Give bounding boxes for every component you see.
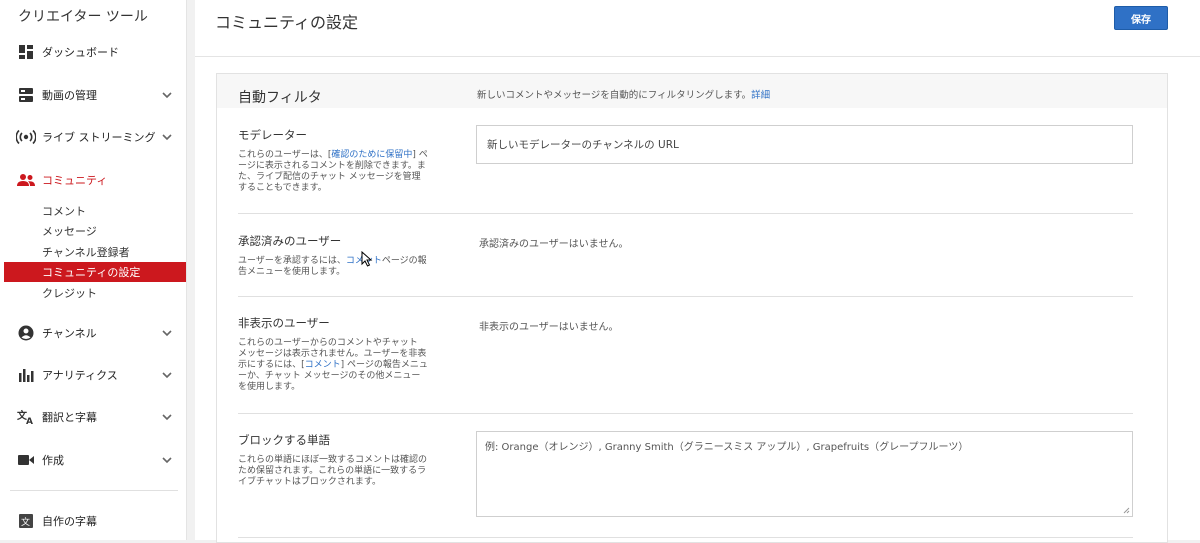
pending-review-link[interactable]: 確認のために保留中 — [331, 150, 412, 160]
chevron-down-icon[interactable] — [161, 131, 173, 143]
hidden-users-description: これらのユーザーからのコメントやチャット メッセージは表示されません。ユーザーを… — [238, 338, 428, 393]
sidebar-sub-comments[interactable]: コメント — [4, 201, 186, 221]
sidebar-item-channel[interactable]: チャンネル — [0, 316, 186, 350]
blocked-words-description: これらの単語にほぼ一致するコメントは確認のため保留されます。これらの単語に一致す… — [238, 455, 428, 487]
live-streaming-icon — [16, 127, 36, 147]
page-header: コミュニティの設定 保存 — [195, 0, 1200, 57]
sidebar-item-label: ダッシュボード — [42, 46, 119, 59]
moderators-description: これらのユーザーは、[確認のために保留中] ページに表示されるコメントを削除でき… — [238, 150, 428, 194]
sidebar-item-label: 作成 — [42, 454, 64, 467]
create-icon — [16, 450, 36, 470]
dashboard-icon — [16, 42, 36, 62]
sidebar-item-dashboard[interactable]: ダッシュボード — [0, 35, 186, 69]
card-title: 自動フィルタ — [238, 90, 322, 106]
chevron-down-icon[interactable] — [161, 89, 173, 101]
sidebar-sub-label: クレジット — [42, 287, 97, 300]
svg-text:A: A — [26, 417, 33, 425]
sidebar-sub-credits[interactable]: クレジット — [4, 283, 186, 303]
card-header: 自動フィルタ 新しいコメントやメッセージを自動的にフィルタリングします。詳細 — [217, 74, 1167, 108]
sidebar-item-label: 翻訳と字幕 — [42, 411, 97, 424]
community-icon — [16, 170, 36, 190]
sidebar-item-label: 動画の管理 — [42, 89, 97, 102]
sidebar-item-translations[interactable]: 文A 翻訳と字幕 — [0, 400, 186, 434]
sidebar-sub-messages[interactable]: メッセージ — [4, 221, 186, 241]
sidebar-sub-label: コメント — [42, 205, 86, 218]
approved-users-title: 承認済みのユーザー — [238, 234, 342, 248]
auto-filter-card: 自動フィルタ 新しいコメントやメッセージを自動的にフィルタリングします。詳細 モ… — [216, 73, 1168, 543]
chevron-down-icon[interactable] — [161, 454, 173, 466]
sidebar-item-label: ライブ ストリーミング — [42, 131, 156, 144]
sidebar-sub-label: メッセージ — [42, 225, 97, 238]
chevron-down-icon[interactable] — [161, 369, 173, 381]
details-link[interactable]: 詳細 — [751, 90, 770, 101]
sidebar: クリエイター ツール ダッシュボード 動画の管理 ライブ ストリーミング コミュ… — [0, 0, 187, 540]
blocked-words-textarea[interactable]: 例: Orange（オレンジ）, Granny Smith（グラニースミス アッ… — [476, 431, 1133, 517]
section-divider — [238, 413, 1133, 414]
page-title: コミュニティの設定 — [215, 13, 359, 32]
sidebar-sub-label: コミュニティの設定 — [42, 266, 141, 279]
chevron-down-icon[interactable] — [161, 411, 173, 423]
sidebar-item-label: チャンネル — [42, 327, 97, 340]
analytics-icon — [16, 365, 36, 385]
section-divider — [238, 296, 1133, 297]
resize-handle-icon[interactable] — [1123, 507, 1130, 514]
save-button[interactable]: 保存 — [1114, 6, 1168, 30]
card-description: 新しいコメントやメッセージを自動的にフィルタリングします。詳細 — [477, 87, 770, 101]
svg-text:文: 文 — [21, 516, 30, 528]
approved-users-value: 承認済みのユーザーはいません。 — [479, 239, 629, 250]
approved-desc-pre: ユーザーを承認するには、 — [238, 256, 346, 266]
sidebar-title: クリエイター ツール — [18, 9, 148, 25]
comments-link[interactable]: コメント — [305, 360, 341, 370]
sidebar-item-subtitles[interactable]: 文 自作の字幕 — [0, 504, 186, 538]
moderator-url-input[interactable]: 新しいモデレーターのチャンネルの URL — [476, 125, 1133, 164]
hidden-users-title: 非表示のユーザー — [238, 316, 330, 330]
approved-users-description: ユーザーを承認するには、コメントページの報告メニューを使用します。 — [238, 256, 428, 278]
translate-icon: 文A — [16, 407, 36, 427]
chevron-down-icon[interactable] — [161, 327, 173, 339]
sidebar-sub-label: チャンネル登録者 — [42, 246, 130, 259]
sidebar-item-label: コミュニティ — [42, 174, 108, 187]
sidebar-item-video-manager[interactable]: 動画の管理 — [0, 78, 186, 112]
sidebar-item-label: アナリティクス — [42, 369, 118, 382]
sidebar-sub-subscribers[interactable]: チャンネル登録者 — [4, 242, 186, 262]
hidden-users-value: 非表示のユーザーはいません。 — [479, 322, 619, 333]
moderators-title: モデレーター — [238, 128, 307, 142]
blocked-words-placeholder: 例: Orange（オレンジ）, Granny Smith（グラニースミス アッ… — [485, 442, 969, 453]
card-description-text: 新しいコメントやメッセージを自動的にフィルタリングします。 — [477, 90, 752, 101]
sidebar-item-live-streaming[interactable]: ライブ ストリーミング — [0, 120, 186, 154]
sidebar-sub-community-settings[interactable]: コミュニティの設定 — [4, 262, 186, 282]
mouse-cursor-icon — [361, 251, 373, 267]
sidebar-item-label: 自作の字幕 — [42, 515, 97, 528]
main-content: 自動フィルタ 新しいコメントやメッセージを自動的にフィルタリングします。詳細 モ… — [195, 57, 1200, 543]
sidebar-divider — [10, 490, 178, 491]
video-manager-icon — [16, 85, 36, 105]
section-divider — [238, 537, 1133, 538]
channel-icon — [16, 323, 36, 343]
sidebar-item-create[interactable]: 作成 — [0, 443, 186, 477]
sidebar-item-analytics[interactable]: アナリティクス — [0, 358, 186, 392]
moderators-desc-pre: これらのユーザーは、[ — [238, 150, 332, 160]
subtitles-icon: 文 — [16, 511, 36, 531]
section-divider — [238, 213, 1133, 214]
blocked-words-title: ブロックする単語 — [238, 433, 330, 447]
sidebar-item-community[interactable]: コミュニティ — [0, 163, 186, 197]
